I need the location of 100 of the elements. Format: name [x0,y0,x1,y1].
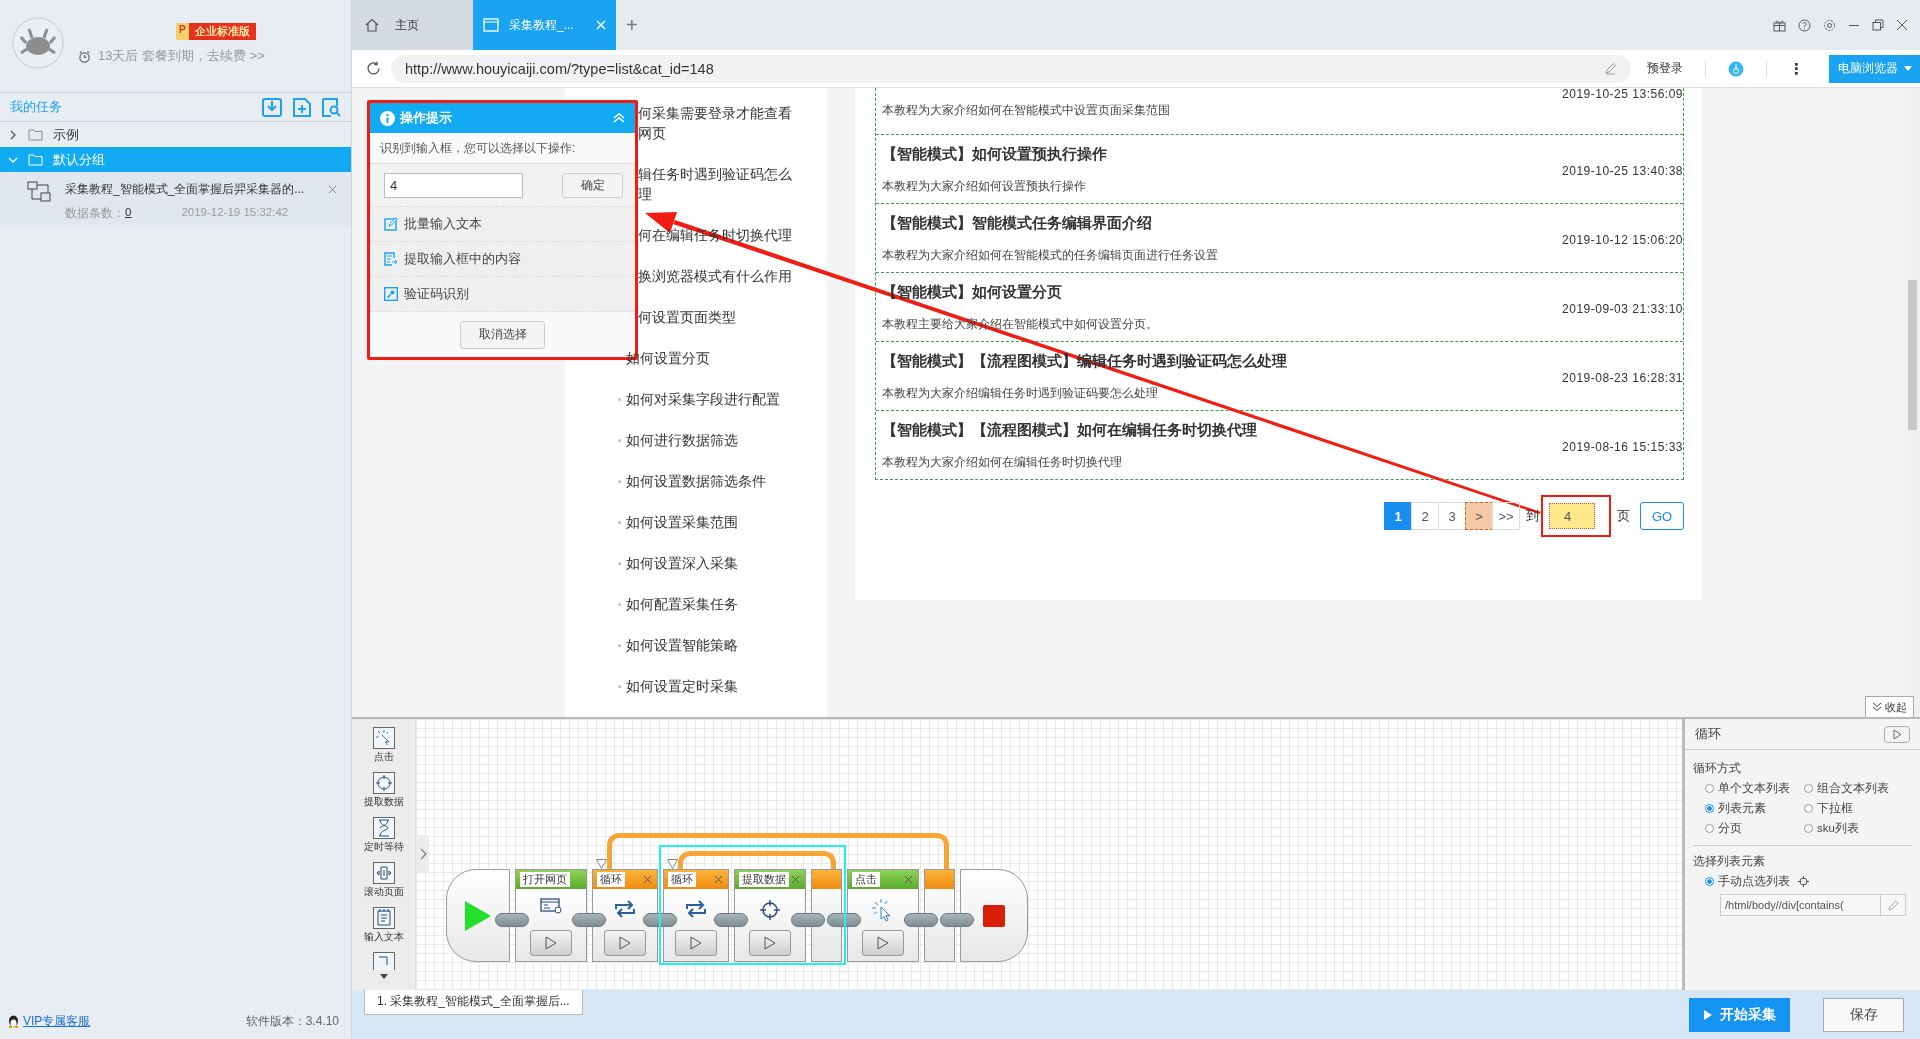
run-button[interactable] [604,930,646,956]
tool-item[interactable]: 输入文本 [363,907,404,948]
collapse-button[interactable]: 收起 [1865,696,1914,717]
topic-link[interactable]: 换浏览器模式有什么作用 [638,265,800,286]
task-item[interactable]: 采集教程_智能模式_全面掌握后羿采集器的... 数据条数：0 2019-12-19 15:32:42 [0,172,351,227]
cancel-button[interactable]: 取消选择 [460,320,545,349]
flow-step[interactable]: 打开网页 [515,869,587,962]
info-icon [380,110,395,126]
topic-link[interactable]: 如何设置深入采集 [626,552,788,573]
address-field[interactable]: http://www.houyicaiji.com/?type=list&cat_id=148 [391,54,1631,83]
go-button[interactable]: GO [1640,502,1684,530]
article-title-link[interactable]: 【智能模式】智能模式任务编辑界面介绍 [882,211,1553,235]
flow-step[interactable]: 提取数据 [734,869,806,962]
close-icon[interactable] [1896,19,1908,31]
topic-link[interactable]: 如何配置采集任务 [626,593,788,614]
topic-link[interactable]: 如何设置定时采集 [626,675,788,696]
collapse-icon[interactable] [613,113,625,123]
expand-handle[interactable] [417,835,429,873]
close-icon[interactable] [714,875,723,884]
radio-option[interactable]: sku列表 [1804,819,1912,837]
run-button[interactable] [749,930,791,956]
popup-option[interactable]: 批量输入文本 [370,207,635,242]
close-icon[interactable] [328,185,337,194]
restore-icon[interactable] [1872,19,1884,31]
menu-button[interactable]: ⋮ [1789,59,1804,78]
run-button[interactable] [530,930,572,956]
radio-button[interactable] [1804,803,1813,813]
radio-option[interactable]: 列表元素 [1705,799,1804,817]
tool-item[interactable]: 滚动页面 [363,862,404,903]
tool-item[interactable]: 提取数据 [363,772,404,813]
stop-node[interactable] [960,869,1028,962]
radio-button[interactable] [1804,783,1813,793]
run-button[interactable] [862,930,904,956]
topic-link[interactable]: 如何对采集字段进行配置 [626,388,788,409]
settings-icon[interactable] [1823,18,1836,32]
topic-link[interactable]: 如何进行数据筛选 [626,429,788,450]
page-button[interactable]: 2 [1411,502,1439,530]
step-label: 循环 [597,872,625,887]
confirm-button[interactable]: 确定 [562,172,623,198]
radio-button[interactable] [1705,803,1714,813]
group-item[interactable]: 示例 [0,122,351,147]
tool-icon[interactable] [372,952,395,970]
topic-link[interactable]: 何设置页面类型 [638,306,800,327]
topic-link[interactable]: 辑任务时遇到验证码怎么理 [638,163,800,204]
radio-option[interactable]: 下拉框 [1804,799,1912,817]
flow-step[interactable]: 循环 [592,869,658,962]
new-task-icon[interactable] [293,97,311,117]
radio-option[interactable]: 单个文本列表 [1705,779,1804,797]
article-summary: 本教程为大家介绍如何在编辑任务时切换代理 [882,455,1123,470]
radio-button[interactable] [1705,876,1714,886]
pencil-icon[interactable] [1604,62,1617,75]
tool-item[interactable]: 点击 [372,727,395,768]
next-page-button[interactable]: > [1465,502,1493,530]
play-outline-icon [1892,728,1902,740]
help-icon[interactable] [1798,18,1811,32]
browser-tab[interactable]: 主页 [352,0,473,50]
article-summary: 本教程为大家介绍编辑任务时遇到验证码要怎么处理 [882,386,1159,401]
scroll-down-icon[interactable] [379,974,388,979]
popup-option[interactable]: 提取输入框中的内容 [370,242,635,277]
flow-step[interactable]: 点击 [847,869,919,962]
radio-option[interactable]: 手动点选列表 [1705,872,1790,890]
scrollbar[interactable] [1905,88,1920,717]
pre-login-button[interactable]: 预登录 [1647,60,1683,77]
scrollbar-thumb[interactable] [1908,280,1917,430]
flow-step[interactable]: 循环 [663,869,729,962]
run-button[interactable] [675,930,717,956]
import-icon[interactable] [262,97,282,117]
task-tab[interactable]: 1. 采集教程_智能模式_全面掌握后... [364,990,583,1015]
radio-option[interactable]: 组合文本列表 [1804,779,1912,797]
refresh-icon[interactable] [366,61,381,76]
run-button[interactable] [1884,725,1910,743]
radio-button[interactable] [1804,823,1813,833]
tool-item[interactable]: 定时等待 [363,817,404,858]
topic-link[interactable]: 何采集需要登录才能查看网页 [638,102,800,143]
last-page-button[interactable]: >> [1492,502,1520,530]
article-title-link[interactable]: 【智能模式】如何设置预执行操作 [882,142,1553,166]
target-icon[interactable] [1798,875,1809,887]
text-field[interactable]: 4 [384,172,523,198]
page-number-field[interactable]: 4 [1549,503,1595,529]
user-circle-icon[interactable] [1728,60,1744,77]
topic-link[interactable]: 如何设置智能策略 [626,634,788,655]
radio-button[interactable] [1705,783,1714,793]
article-title-link[interactable]: 【智能模式】【流程图模式】如何在编辑任务时切换代理 [882,418,1553,442]
radio-button[interactable] [1705,823,1714,833]
close-icon[interactable] [904,875,913,884]
topic-link[interactable]: 如何设置采集范围 [626,511,788,532]
gift-icon[interactable] [1773,18,1786,32]
save-button[interactable]: 保存 [1823,998,1904,1032]
popup-option[interactable]: 验证码识别 [370,277,635,312]
search-task-icon[interactable] [322,97,341,117]
topic-link[interactable]: 如何设置数据筛选条件 [626,470,788,491]
count-link[interactable]: 0 [125,206,132,221]
radio-option[interactable]: 分页 [1705,819,1804,837]
start-node[interactable] [446,869,510,962]
close-icon[interactable] [791,875,800,884]
new-tab-button[interactable]: + [626,13,638,37]
chevron-icon[interactable] [8,129,18,140]
close-icon[interactable] [643,875,652,884]
list-bullet [618,602,621,606]
support-link[interactable]: VIP专属客服 [23,1012,91,1030]
